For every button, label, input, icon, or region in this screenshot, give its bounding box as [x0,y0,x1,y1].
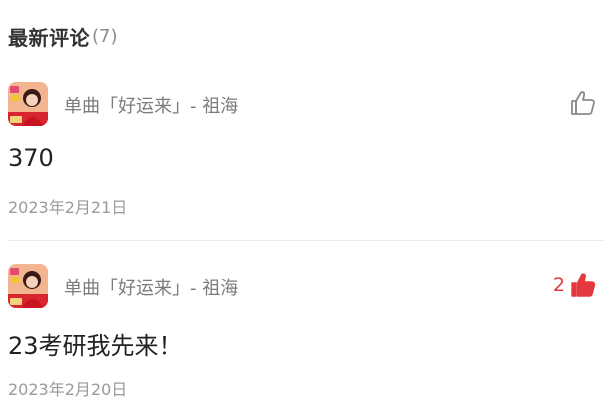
like-button[interactable]: 2 [553,268,597,302]
thumbs-up-filled-icon [571,273,596,297]
comment-text: 23考研我先来！ [8,332,183,360]
comment-header: 单曲「好运来」- 祖海 [0,82,605,126]
song-reference[interactable]: 单曲「好运来」- 祖海 [64,92,238,118]
comment-header: 单曲「好运来」- 祖海 2 [0,264,605,308]
like-button[interactable] [565,86,597,120]
thumbs-up-outline-icon [571,91,595,115]
album-cover-image [8,264,48,308]
comment-count: (7) [92,25,118,47]
comments-page: 最新评论 (7) 单曲「好运来」- 祖海 370 2023年2月21日 单曲「好… [0,0,605,420]
avatar[interactable] [8,82,48,126]
comment-item: 单曲「好运来」- 祖海 370 2023年2月21日 [0,82,605,241]
comment-date: 2023年2月21日 [8,198,128,217]
comment-item: 单曲「好运来」- 祖海 2 23考研我先来！ 2023年2月20日 [0,264,605,399]
album-cover-image [8,82,48,126]
comment-text: 370 [8,144,54,172]
section-title: 最新评论 [8,25,90,50]
avatar[interactable] [8,264,48,308]
divider [8,240,605,241]
like-count: 2 [552,274,565,296]
comment-date: 2023年2月20日 [8,380,128,399]
song-reference[interactable]: 单曲「好运来」- 祖海 [64,274,238,300]
section-header: 最新评论 (7) [8,20,118,52]
